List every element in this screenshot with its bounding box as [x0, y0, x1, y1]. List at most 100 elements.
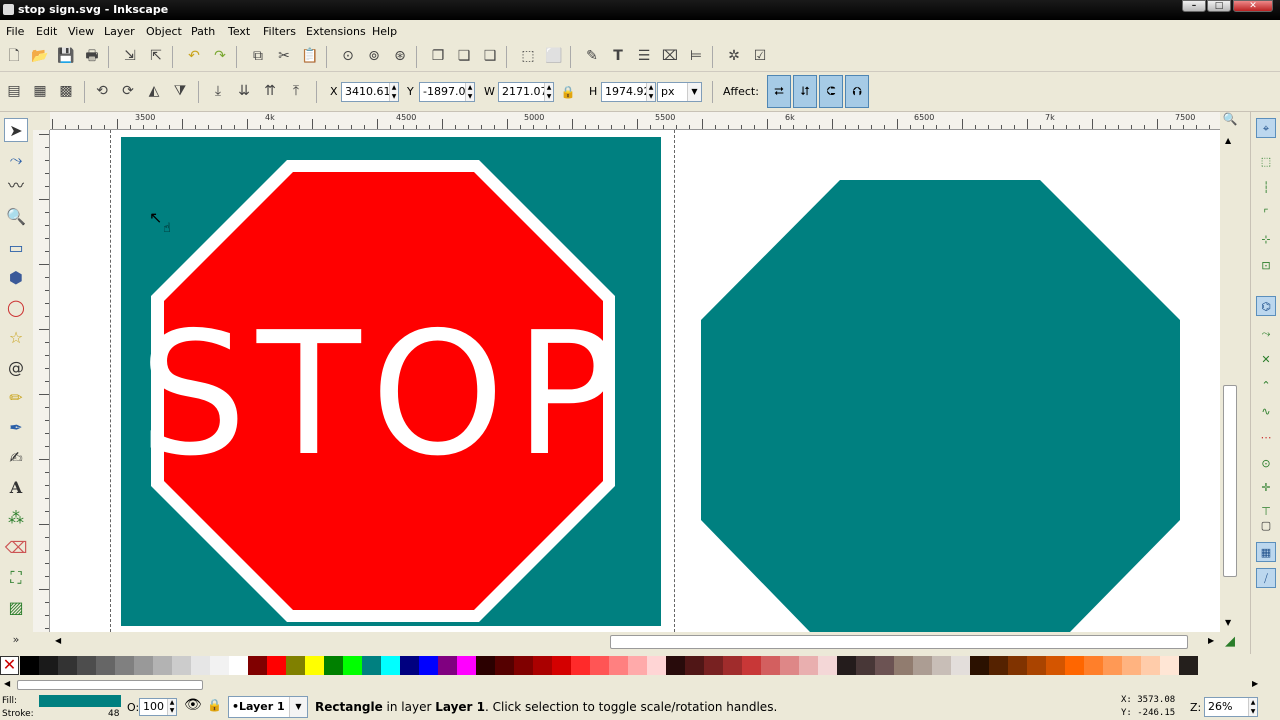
color-swatch[interactable] — [514, 656, 533, 675]
color-swatch[interactable] — [761, 656, 780, 675]
copy-icon[interactable]: ⧉ — [248, 46, 268, 66]
zoom-tool-icon[interactable]: 🔍 — [4, 205, 28, 229]
color-swatch[interactable] — [1160, 656, 1179, 675]
lock-proportions-icon[interactable]: 🔒 — [558, 82, 578, 102]
color-swatch[interactable] — [191, 656, 210, 675]
palette-scroll-right-icon[interactable]: ▶ — [1252, 679, 1258, 688]
lower-to-bottom-icon[interactable]: ⤓ — [208, 81, 228, 101]
snap-nodes-icon[interactable]: ⌬ — [1256, 296, 1276, 316]
color-swatch[interactable] — [248, 656, 267, 675]
layers-icon[interactable]: ☰ — [634, 46, 654, 66]
color-swatch[interactable] — [324, 656, 343, 675]
snap-page-border-icon[interactable]: ▢ — [1256, 516, 1276, 536]
pen-tool-icon[interactable]: ✒ — [4, 416, 28, 440]
layer-select[interactable]: •Layer 1 ▼ — [228, 696, 308, 718]
palette-scroll-left-icon[interactable]: ◀ — [4, 679, 10, 688]
color-swatch[interactable] — [780, 656, 799, 675]
ellipse-tool-icon[interactable]: ◯ — [4, 296, 28, 320]
maximize-button[interactable]: □ — [1207, 0, 1231, 12]
color-swatch[interactable] — [932, 656, 951, 675]
color-swatch[interactable] — [913, 656, 932, 675]
snap-midpoints-icon[interactable]: ⋯ — [1256, 428, 1276, 448]
snap-bbox-icon[interactable]: ⬚ — [1256, 152, 1276, 172]
align-distribute-icon[interactable]: ⊨ — [686, 46, 706, 66]
flip-vertical-icon[interactable]: ⧩ — [170, 81, 190, 101]
snap-cusp-nodes-icon[interactable]: ⌃ — [1256, 376, 1276, 396]
deselect-icon[interactable]: ▩ — [56, 81, 76, 101]
w-field[interactable]: 2171.07 ▲ ▼ — [498, 82, 554, 102]
import-icon[interactable]: ⇲ — [120, 46, 140, 66]
scroll-down-icon[interactable]: ▼ — [1225, 618, 1231, 627]
palette-scroll-thumb[interactable] — [17, 680, 203, 690]
paste-icon[interactable]: 📋 — [300, 46, 320, 66]
ungroup-icon[interactable]: ⬜ — [544, 46, 564, 66]
zoom-corner-icon[interactable]: 🔍 — [1220, 112, 1240, 130]
color-swatch[interactable] — [20, 656, 39, 675]
color-swatch[interactable] — [1141, 656, 1160, 675]
raise-to-top-icon[interactable]: ⤒ — [286, 81, 306, 101]
x-field[interactable]: 3410.61 ▲ ▼ — [341, 82, 399, 102]
horizontal-scrollbar[interactable]: ◀ ▶ ◢ — [33, 632, 1250, 654]
color-swatch[interactable] — [970, 656, 989, 675]
rectangle-tool-icon[interactable]: ▭ — [4, 236, 28, 260]
snap-bbox-edge-icon[interactable]: ┆ — [1256, 178, 1276, 198]
minimize-button[interactable]: – — [1182, 0, 1206, 12]
color-managed-view-icon[interactable]: ◢ — [1225, 634, 1235, 649]
color-swatch[interactable] — [77, 656, 96, 675]
preferences-icon[interactable]: ✲ — [724, 46, 744, 66]
zoom-spin-arrows[interactable]: ▲ ▼ — [1248, 698, 1257, 716]
color-swatch[interactable] — [286, 656, 305, 675]
spray-tool-icon[interactable]: ⁂ — [4, 506, 28, 530]
duplicate-icon[interactable]: ❐ — [428, 46, 448, 66]
close-window-button[interactable]: ✕ — [1233, 0, 1273, 12]
3d-box-tool-icon[interactable]: ⬢ — [4, 266, 28, 290]
snap-grid-icon[interactable]: ▦ — [1256, 542, 1276, 562]
color-swatch[interactable] — [666, 656, 685, 675]
document-properties-icon[interactable]: ☑ — [750, 46, 770, 66]
stop-text[interactable]: STOP — [139, 296, 627, 494]
menu-file[interactable]: File — [6, 25, 24, 38]
snap-toggle-icon[interactable]: ⌖ — [1256, 118, 1276, 138]
color-swatch[interactable] — [1008, 656, 1027, 675]
snap-intersections-icon[interactable]: ✕ — [1256, 350, 1276, 370]
selector-tool-icon[interactable]: ➤ — [4, 118, 28, 142]
color-swatch[interactable] — [39, 656, 58, 675]
color-swatch[interactable] — [419, 656, 438, 675]
scroll-left-icon[interactable]: ◀ — [55, 636, 61, 645]
raise-icon[interactable]: ⇈ — [260, 81, 280, 101]
opacity-spin-arrows[interactable]: ▲ ▼ — [167, 699, 176, 715]
text-font-icon[interactable]: T — [608, 46, 628, 66]
color-swatch[interactable] — [153, 656, 172, 675]
color-swatch[interactable] — [381, 656, 400, 675]
color-swatch[interactable] — [856, 656, 875, 675]
w-spin-arrows[interactable]: ▲ ▼ — [544, 83, 553, 101]
color-swatch[interactable] — [723, 656, 742, 675]
xml-editor-icon[interactable]: ⌧ — [660, 46, 680, 66]
flip-horizontal-icon[interactable]: ◭ — [144, 81, 164, 101]
color-swatch[interactable] — [1103, 656, 1122, 675]
transform-patterns-toggle[interactable]: ⮉ — [845, 75, 869, 108]
save-icon[interactable]: 💾 — [56, 46, 76, 66]
print-icon[interactable]: 🖶 — [82, 46, 102, 66]
select-all-icon[interactable]: ▤ — [4, 81, 24, 101]
color-swatch[interactable] — [533, 656, 552, 675]
snap-rotation-center-icon[interactable]: ✛ — [1256, 478, 1276, 498]
menu-filters[interactable]: Filters — [263, 25, 296, 38]
color-swatch[interactable] — [704, 656, 723, 675]
color-swatch[interactable] — [1122, 656, 1141, 675]
zoom-field[interactable]: 26% ▲ ▼ — [1204, 697, 1258, 717]
color-swatch[interactable] — [951, 656, 970, 675]
teal-octagon[interactable] — [701, 180, 1180, 632]
select-all-layers-icon[interactable]: ▦ — [30, 81, 50, 101]
eraser-tool-icon[interactable]: ⌫ — [4, 536, 28, 560]
color-swatch[interactable] — [799, 656, 818, 675]
rotate-cw-icon[interactable]: ⟳ — [118, 81, 138, 101]
menu-edit[interactable]: Edit — [36, 25, 57, 38]
export-icon[interactable]: ⇱ — [146, 46, 166, 66]
layer-lock-icon[interactable]: 🔒 — [207, 698, 222, 712]
color-swatch[interactable] — [1027, 656, 1046, 675]
zoom-page-icon[interactable]: ⊛ — [390, 46, 410, 66]
pencil-tool-icon[interactable]: ✏ — [4, 386, 28, 410]
color-swatch[interactable] — [628, 656, 647, 675]
snap-bbox-center-icon[interactable]: ⊡ — [1256, 256, 1276, 276]
